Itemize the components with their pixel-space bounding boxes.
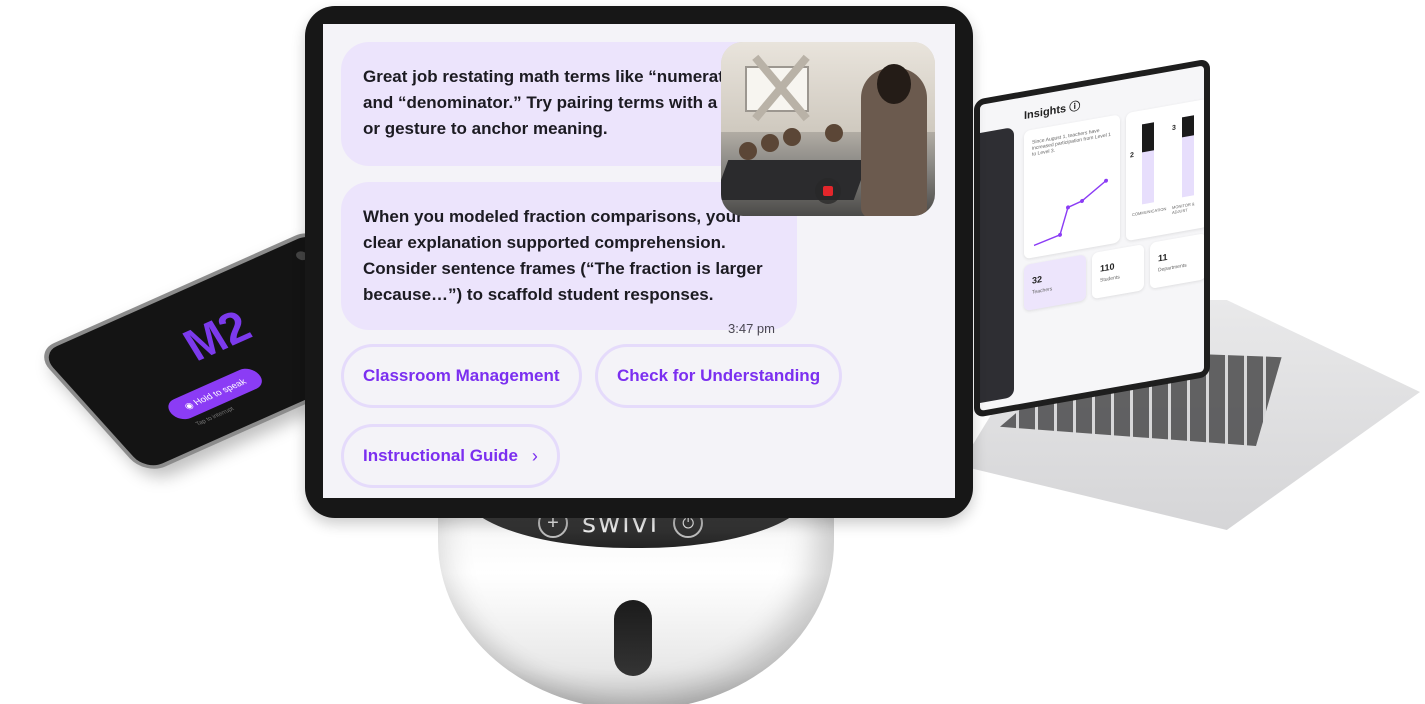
classroom-video-feed[interactable]: [721, 42, 935, 216]
video-desk: [721, 160, 869, 200]
participation-summary: Since August 1, teachers have increased …: [1032, 127, 1111, 158]
departments-label: Departments: [1158, 262, 1187, 274]
tablet-device: Great job restating math terms like “num…: [305, 6, 973, 518]
product-stage: M2 ◉ Hold to speak Tap to interrupt Insi…: [0, 0, 1425, 704]
teachers-count: 32: [1032, 274, 1043, 286]
monitor-bar-fill: [1182, 115, 1194, 138]
students-count: 110: [1100, 261, 1115, 274]
teachers-label: Teachers: [1032, 286, 1053, 296]
departments-stat-card: 11 Departments: [1150, 233, 1206, 289]
monitor-bar: [1182, 115, 1194, 198]
video-student: [761, 134, 779, 152]
message-timestamp: 3:47 pm: [728, 321, 775, 336]
laptop-sidebar: [980, 126, 1014, 403]
communication-label: COMMUNICATION: [1132, 206, 1167, 218]
coaching-chat-screen: Great job restating math terms like “num…: [323, 24, 955, 498]
communication-bar: [1142, 122, 1154, 205]
participation-point: [1104, 178, 1108, 183]
laptop-screen: Insights ⓘ Since August 1, teachers have…: [974, 58, 1210, 418]
chat-message-text: When you modeled fraction comparisons, y…: [363, 207, 763, 304]
chip-label: Classroom Management: [363, 366, 560, 385]
participation-point: [1058, 232, 1062, 237]
participation-point: [1080, 198, 1084, 203]
check-for-understanding-chip[interactable]: Check for Understanding: [595, 344, 843, 408]
chevron-right-icon: ›: [531, 445, 538, 466]
chat-message-text: Great job restating math terms like “num…: [363, 67, 771, 138]
teachers-stat-card: 32 Teachers: [1024, 254, 1086, 312]
departments-count: 11: [1158, 251, 1168, 264]
video-student: [783, 128, 801, 146]
students-stat-card: 110 Students: [1092, 244, 1144, 300]
phone-app-logo: M2: [168, 302, 264, 369]
participation-card: Since August 1, teachers have increased …: [1024, 114, 1120, 260]
communication-value: 2: [1130, 151, 1134, 160]
participation-point: [1066, 205, 1070, 210]
monitor-value: 3: [1172, 124, 1176, 133]
instructional-guide-chip[interactable]: Instructional Guide ›: [341, 424, 560, 488]
monitor-label: MONITOR & ADJUST: [1172, 201, 1195, 216]
chip-label: Instructional Guide: [363, 446, 518, 465]
chip-label: Check for Understanding: [617, 366, 821, 385]
bars-card: 2 COMMUNICATION 3 MONITOR & ADJUST: [1126, 98, 1208, 242]
video-teacher-head: [877, 64, 911, 104]
video-student: [825, 124, 843, 142]
video-student: [739, 142, 757, 160]
classroom-management-chip[interactable]: Classroom Management: [341, 344, 582, 408]
students-label: Students: [1100, 274, 1120, 284]
insights-title: Insights ⓘ: [1024, 100, 1081, 123]
stop-record-icon[interactable]: [815, 178, 841, 204]
participation-line-chart: [1033, 178, 1108, 247]
communication-bar-fill: [1142, 122, 1154, 153]
swivl-front-slot: [614, 600, 652, 676]
participation-line: [1033, 180, 1107, 247]
stop-record-square: [823, 186, 833, 196]
